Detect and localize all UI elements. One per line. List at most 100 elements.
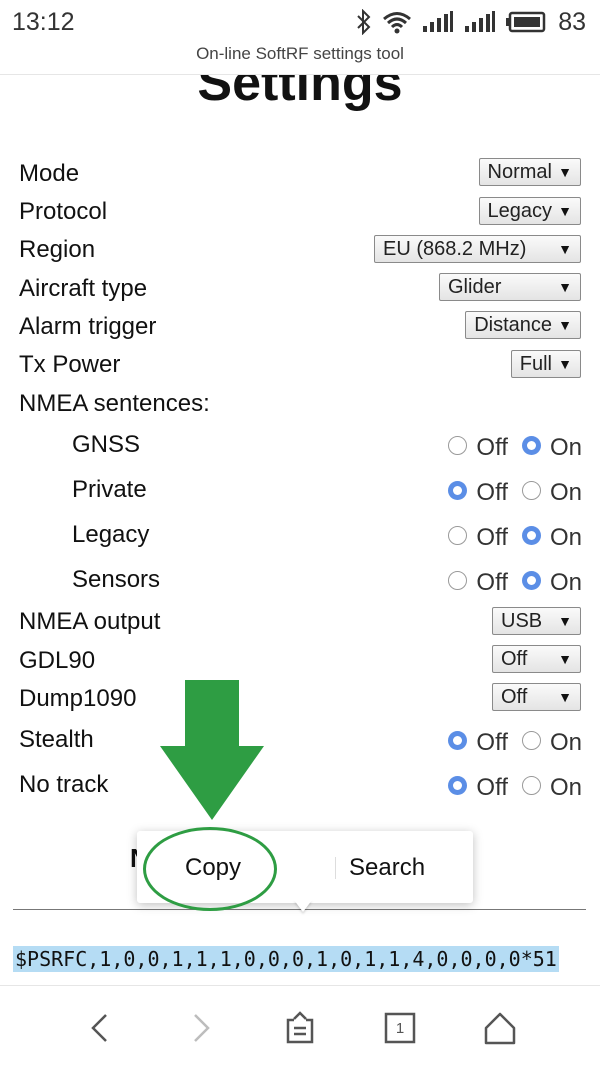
aircraft-type-select[interactable]: Glider ▼ — [439, 273, 581, 301]
page-title-bar[interactable]: On-line SoftRF settings tool — [0, 44, 600, 74]
aircraft-type-value: Glider — [448, 276, 502, 298]
back-button[interactable] — [80, 1008, 120, 1048]
tx-power-value: Full — [519, 353, 552, 375]
private-on-label[interactable]: On — [550, 479, 582, 507]
legacy-radio-group: Off On — [448, 524, 582, 552]
legacy-off-label[interactable]: Off — [476, 524, 508, 552]
page-heading: Settings — [197, 75, 403, 112]
no-track-radio-group: Off On — [448, 774, 582, 802]
sensors-off-label[interactable]: Off — [476, 569, 508, 597]
sensors-on-label[interactable]: On — [550, 569, 582, 597]
no-track-off-radio[interactable] — [448, 775, 468, 795]
dropdown-arrow-icon: ▼ — [558, 279, 572, 295]
wifi-icon — [383, 12, 412, 34]
nmea-sentences-label: NMEA sentences: — [19, 390, 210, 417]
region-label: Region — [19, 236, 96, 263]
aircraft-type-label: Aircraft type — [19, 275, 148, 302]
tx-power-select[interactable]: Full ▼ — [510, 350, 581, 378]
nmea-output-text[interactable]: $PSRFC,1,0,0,1,1,1,0,0,0,1,0,1,1,4,0,0,0… — [13, 946, 559, 972]
private-label: Private — [72, 476, 147, 503]
home-button[interactable] — [480, 1008, 520, 1048]
legacy-on-label[interactable]: On — [550, 524, 582, 552]
dropdown-arrow-icon: ▼ — [558, 241, 572, 257]
status-icons: 83 — [356, 6, 586, 38]
battery-level: 83 — [558, 7, 586, 36]
dropdown-arrow-icon: ▼ — [558, 317, 572, 333]
dump1090-value: Off — [501, 686, 528, 708]
annotation-circle — [143, 827, 277, 911]
menu-pointer — [294, 900, 312, 912]
no-track-on-label[interactable]: On — [550, 774, 582, 802]
stealth-label: Stealth — [19, 726, 94, 753]
legacy-on-radio[interactable] — [521, 525, 541, 545]
dropdown-arrow-icon: ▼ — [558, 203, 572, 219]
dropdown-arrow-icon: ▼ — [558, 613, 572, 629]
gdl90-value: Off — [501, 648, 528, 670]
gnss-radio-group: Off On — [448, 434, 582, 462]
protocol-label: Protocol — [19, 198, 108, 225]
dump1090-select[interactable]: Off ▼ — [492, 683, 581, 711]
stealth-on-radio[interactable] — [521, 730, 541, 750]
gnss-on-radio[interactable] — [521, 435, 541, 455]
forward-button[interactable] — [181, 1008, 221, 1048]
no-track-on-radio[interactable] — [521, 775, 541, 795]
back-icon — [91, 1014, 107, 1042]
alarm-trigger-label: Alarm trigger — [19, 313, 157, 340]
gdl90-select[interactable]: Off ▼ — [492, 645, 581, 673]
private-on-radio[interactable] — [521, 480, 541, 500]
gnss-on-label[interactable]: On — [550, 434, 582, 462]
gdl90-label: GDL90 — [19, 647, 96, 674]
no-track-off-label[interactable]: Off — [476, 774, 508, 802]
tab-count: 1 — [395, 1019, 405, 1037]
tx-power-label: Tx Power — [19, 351, 121, 378]
gnss-off-label[interactable]: Off — [476, 434, 508, 462]
gnss-off-radio[interactable] — [448, 435, 468, 455]
dump1090-label: Dump1090 — [19, 685, 137, 712]
stealth-on-label[interactable]: On — [550, 729, 582, 757]
stealth-off-label[interactable]: Off — [476, 729, 508, 757]
search-button[interactable]: Search — [349, 854, 425, 882]
protocol-select[interactable]: Legacy ▼ — [478, 197, 581, 225]
home-icon — [484, 1012, 516, 1045]
stealth-off-radio[interactable] — [448, 730, 468, 750]
region-select[interactable]: EU (868.2 MHz) ▼ — [374, 235, 581, 263]
mode-value: Normal — [487, 161, 552, 183]
status-bar: 13:12 83 — [0, 0, 600, 44]
private-off-radio[interactable] — [448, 480, 468, 500]
menu-divider — [335, 857, 336, 879]
alarm-trigger-value: Distance — [474, 314, 552, 336]
private-radio-group: Off On — [448, 479, 582, 507]
share-icon — [286, 1011, 314, 1044]
signal-icon — [423, 11, 454, 32]
sensors-label: Sensors — [72, 566, 161, 593]
browser-toolbar: 1 — [0, 986, 600, 1066]
private-off-label[interactable]: Off — [476, 479, 508, 507]
annotation-arrow-icon — [160, 680, 264, 820]
nmea-output-value: USB — [501, 610, 543, 632]
status-time: 13:12 — [12, 8, 75, 36]
no-track-label: No track — [19, 771, 109, 798]
dropdown-arrow-icon: ▼ — [558, 356, 572, 372]
nmea-output-select[interactable]: USB ▼ — [492, 607, 581, 635]
sensors-radio-group: Off On — [448, 569, 582, 597]
mode-label: Mode — [19, 160, 80, 187]
dropdown-arrow-icon: ▼ — [558, 651, 572, 667]
battery-icon — [506, 11, 546, 33]
sensors-on-radio[interactable] — [521, 570, 541, 590]
alarm-trigger-select[interactable]: Distance ▼ — [465, 311, 581, 339]
share-button[interactable] — [280, 1008, 320, 1048]
protocol-value: Legacy — [487, 200, 553, 222]
dropdown-arrow-icon: ▼ — [558, 164, 572, 180]
region-value: EU (868.2 MHz) — [383, 238, 527, 260]
legacy-off-radio[interactable] — [448, 525, 468, 545]
signal-icon — [465, 11, 496, 32]
stealth-radio-group: Off On — [448, 729, 582, 757]
legacy-label: Legacy — [72, 521, 150, 548]
sensors-off-radio[interactable] — [448, 570, 468, 590]
bluetooth-icon — [357, 9, 371, 35]
nmea-output-label: NMEA output — [19, 608, 161, 635]
mode-select[interactable]: Normal ▼ — [478, 158, 581, 186]
dropdown-arrow-icon: ▼ — [558, 689, 572, 705]
tabs-button[interactable]: 1 — [380, 1008, 420, 1048]
forward-icon — [194, 1014, 210, 1042]
